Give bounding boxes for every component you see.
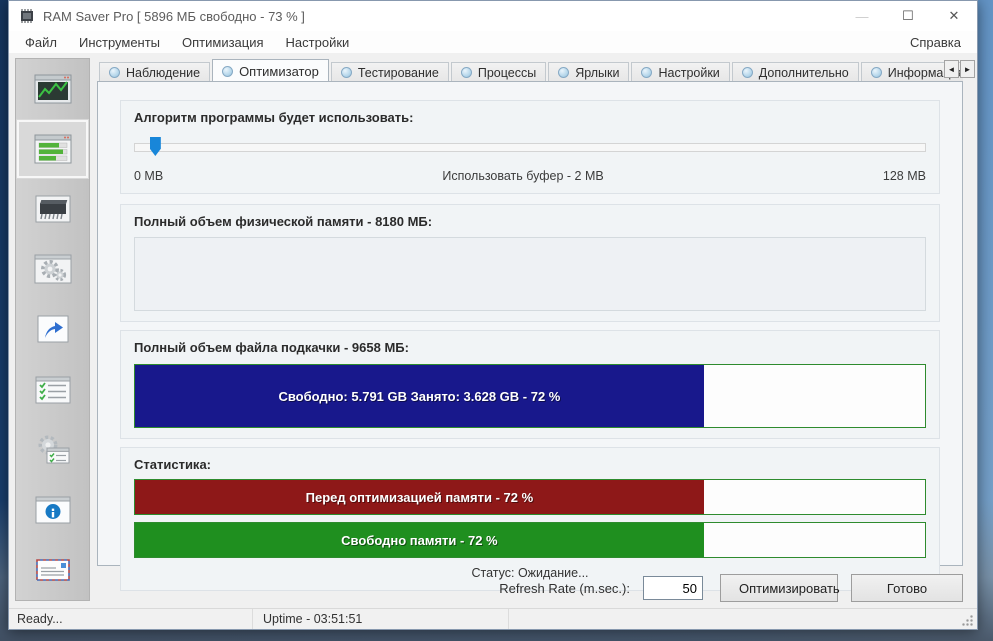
menu-bar: Файл Инструменты Оптимизация Настройки С… [9, 31, 977, 53]
physical-memory-label: Полный объем физической памяти - 8180 МБ… [134, 214, 926, 229]
tab-circle-icon [222, 66, 233, 77]
gear-checklist-icon [34, 434, 72, 466]
slider-thumb[interactable] [150, 137, 161, 156]
menu-tools[interactable]: Инструменты [71, 33, 168, 52]
desktop-wallpaper: RAM Saver Pro [ 5896 МБ свободно - 73 % … [0, 0, 993, 641]
chart-window-icon [34, 74, 72, 104]
slider-track[interactable] [134, 143, 926, 152]
info-window-icon [34, 495, 72, 525]
maximize-button[interactable]: ☐ [885, 1, 931, 31]
app-window: RAM Saver Pro [ 5896 МБ свободно - 73 % … [8, 0, 978, 630]
done-button[interactable]: Готово [851, 574, 963, 602]
menu-help[interactable]: Справка [900, 33, 971, 52]
statistics-group: Статистика: Перед оптимизацией памяти - … [120, 447, 940, 591]
optimize-button[interactable]: Оптимизировать [720, 574, 838, 602]
tab-label: Наблюдение [126, 66, 200, 80]
close-button[interactable]: ✕ [931, 1, 977, 31]
sidebar-item-shortcuts[interactable] [16, 299, 89, 359]
algorithm-label: Алгоритм программы будет использовать: [134, 110, 926, 125]
tab-circle-icon [641, 67, 652, 78]
pagefile-bar: Свободно: 5.791 GB Занято: 3.628 GB - 72… [134, 364, 926, 428]
tab-label: Настройки [658, 66, 719, 80]
tab-testing[interactable]: Тестирование [331, 62, 449, 82]
tab-scroll-right-icon[interactable]: ► [960, 60, 975, 78]
pagefile-group: Полный объем файла подкачки - 9658 МБ: С… [120, 330, 940, 439]
tab-circle-icon [109, 67, 120, 78]
buffer-slider [134, 137, 926, 159]
checklist-icon [34, 375, 72, 405]
minimize-button[interactable]: — [839, 1, 885, 31]
sidebar-item-optimizer[interactable] [16, 119, 89, 179]
sidebar-item-information[interactable] [16, 480, 89, 540]
statusbar-spacer [509, 609, 960, 629]
window-title: RAM Saver Pro [ 5896 МБ свободно - 73 % … [43, 9, 305, 24]
refresh-rate-input[interactable] [643, 576, 703, 600]
resize-grip[interactable] [960, 613, 974, 627]
tab-scroll-left-icon[interactable]: ◄ [944, 60, 959, 78]
tab-settings[interactable]: Настройки [631, 62, 729, 82]
pagefile-bar-fill: Свободно: 5.791 GB Занято: 3.628 GB - 72… [135, 365, 704, 427]
tab-circle-icon [871, 67, 882, 78]
sidebar-item-monitoring[interactable] [16, 59, 89, 119]
sidebar-toolbar [15, 58, 90, 601]
tab-circle-icon [461, 67, 472, 78]
slider-max-label: 128 MB [883, 169, 926, 183]
statusbar-uptime: Uptime - 03:51:51 [253, 609, 509, 629]
refresh-rate-label: Refresh Rate (m.sec.): [499, 581, 630, 596]
tab-scroll-buttons: ◄ ► [944, 60, 975, 78]
title-bar[interactable]: RAM Saver Pro [ 5896 МБ свободно - 73 % … [9, 1, 977, 31]
optimizer-tab-page: Алгоритм программы будет использовать: 0… [97, 81, 963, 566]
tab-advanced[interactable]: Дополнительно [732, 62, 859, 82]
tab-label: Тестирование [358, 66, 439, 80]
free-memory-text: Свободно памяти - 72 % [341, 533, 497, 548]
physical-memory-graph [134, 237, 926, 311]
tab-label: Оптимизатор [239, 64, 319, 79]
pagefile-label: Полный объем файла подкачки - 9658 МБ: [134, 340, 926, 355]
tab-monitoring[interactable]: Наблюдение [99, 62, 210, 82]
sidebar-item-processes[interactable] [16, 239, 89, 299]
optimizer-bars-icon [34, 134, 72, 164]
tab-processes[interactable]: Процессы [451, 62, 546, 82]
menu-file[interactable]: Файл [17, 33, 65, 52]
algorithm-group: Алгоритм программы будет использовать: 0… [120, 100, 940, 194]
tab-circle-icon [742, 67, 753, 78]
free-memory-bar: Свободно памяти - 72 % [134, 522, 926, 558]
ram-chip-app-icon [19, 9, 35, 23]
physical-memory-group: Полный объем физической памяти - 8180 МБ… [120, 204, 940, 322]
shortcut-arrow-icon [36, 314, 70, 344]
sidebar-item-advanced[interactable] [16, 420, 89, 480]
tab-label: Дополнительно [759, 66, 849, 80]
gears-window-icon [34, 254, 72, 284]
sidebar-item-memory-test[interactable] [16, 179, 89, 239]
tab-circle-icon [341, 67, 352, 78]
memory-chip-icon [34, 194, 72, 224]
tab-optimizer[interactable]: Оптимизатор [212, 59, 329, 82]
tab-shortcuts[interactable]: Ярлыки [548, 62, 629, 82]
statusbar-ready: Ready... [9, 609, 253, 629]
slider-current-label: Использовать буфер - 2 MB [442, 169, 603, 183]
sidebar-item-settings[interactable] [16, 360, 89, 420]
before-optimization-bar: Перед оптимизацией памяти - 72 % [134, 479, 926, 515]
tab-circle-icon [558, 67, 569, 78]
before-optimization-fill: Перед оптимизацией памяти - 72 % [135, 480, 704, 514]
statistics-label: Статистика: [134, 457, 926, 472]
status-bar: Ready... Uptime - 03:51:51 [9, 608, 977, 629]
slider-min-label: 0 MB [134, 169, 163, 183]
menu-settings[interactable]: Настройки [278, 33, 358, 52]
footer-controls: Refresh Rate (m.sec.): Оптимизировать Го… [9, 572, 977, 604]
free-memory-fill: Свободно памяти - 72 % [135, 523, 704, 557]
before-optimization-text: Перед оптимизацией памяти - 72 % [306, 490, 534, 505]
tab-label: Ярлыки [575, 66, 619, 80]
menu-optimization[interactable]: Оптимизация [174, 33, 272, 52]
pagefile-bar-text: Свободно: 5.791 GB Занято: 3.628 GB - 72… [278, 389, 560, 404]
tab-label: Процессы [478, 66, 536, 80]
tab-strip: Наблюдение Оптимизатор Тестирование Проц… [99, 59, 963, 82]
